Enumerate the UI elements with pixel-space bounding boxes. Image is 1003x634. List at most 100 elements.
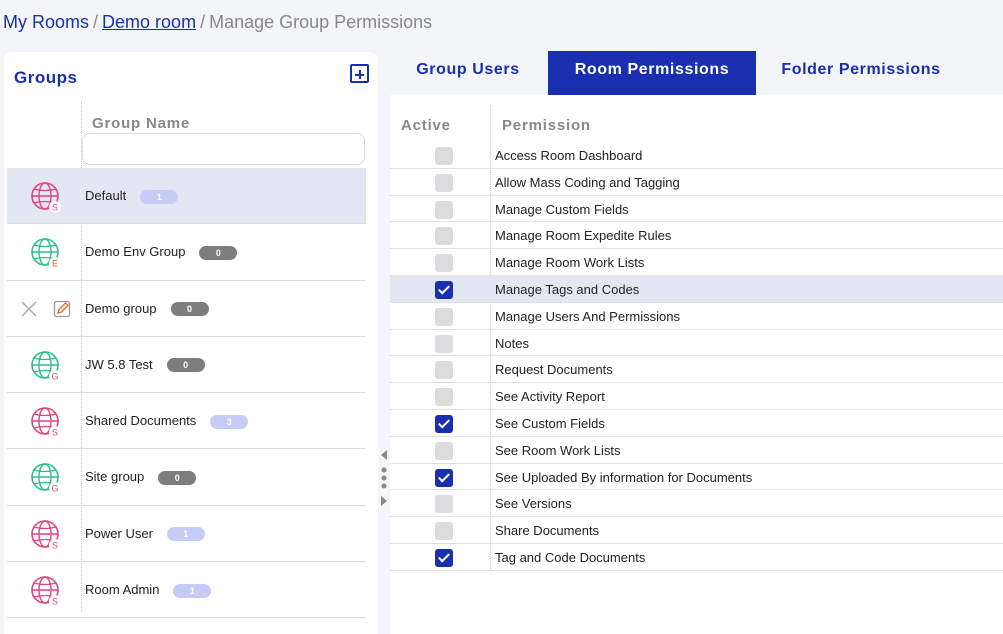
permission-checkbox[interactable] (435, 147, 453, 165)
permission-checkbox[interactable] (435, 334, 453, 353)
permission-row: See Custom Fields (390, 410, 1003, 437)
permission-label: See Uploaded By information for Document… (495, 469, 753, 485)
breadcrumb-my-rooms-link[interactable]: My Rooms (3, 12, 89, 32)
permission-label: Manage Tags and Codes (495, 281, 640, 297)
permission-checkbox[interactable] (435, 495, 453, 514)
group-name: Demo Env Group 0 (85, 244, 238, 260)
group-name: JW 5.8 Test 0 (85, 357, 205, 373)
breadcrumb-separator: / (200, 12, 206, 32)
group-name-label: Power User (85, 525, 153, 541)
permission-row: Allow Mass Coding and Tagging (390, 169, 1003, 196)
permission-checkbox[interactable] (435, 468, 453, 487)
tab-folder-permissions[interactable]: Folder Permissions (756, 51, 966, 95)
permission-row: See Versions (390, 490, 1003, 518)
permission-row: Share Documents (390, 517, 1003, 544)
group-row[interactable]: G JW 5.8 Test 0 (7, 337, 366, 394)
permission-label: Request Documents (495, 362, 613, 378)
breadcrumb-current-page: Manage Group Permissions (209, 12, 433, 32)
permission-checkbox[interactable] (435, 522, 453, 541)
globe-icon: G (29, 349, 63, 383)
close-icon[interactable] (19, 299, 39, 319)
member-count-badge: 1 (166, 527, 205, 542)
globe-icon: E (29, 236, 63, 270)
group-row[interactable]: S Default 1 (7, 168, 366, 225)
permission-row: Manage Users And Permissions (390, 303, 1003, 330)
permission-checkbox[interactable] (435, 441, 453, 460)
permission-checkbox[interactable] (435, 548, 453, 567)
member-count-badge: 1 (173, 583, 212, 598)
row-actions (19, 299, 75, 321)
permission-row: Manage Custom Fields (390, 196, 1003, 223)
permission-label: Manage Room Expedite Rules (495, 228, 672, 244)
permission-checkbox[interactable] (435, 173, 453, 192)
svg-text:E: E (52, 259, 58, 269)
svg-text:S: S (52, 203, 58, 213)
group-row[interactable]: G Site group 0 (7, 449, 366, 506)
group-name: Site group 0 (85, 469, 197, 486)
permission-label: Tag and Code Documents (495, 549, 646, 565)
permission-checkbox[interactable] (435, 307, 453, 326)
group-name: Shared Documents 3 (85, 413, 249, 429)
permission-checkbox[interactable] (435, 200, 453, 219)
permission-tabs: Group Users Room Permissions Folder Perm… (388, 51, 1003, 95)
permission-row: See Uploaded By information for Document… (390, 464, 1003, 491)
permission-row: Manage Room Work Lists (390, 249, 1003, 276)
group-name-filter-input[interactable] (82, 133, 365, 165)
permission-checkbox[interactable] (435, 361, 453, 380)
group-name-label: Shared Documents (85, 413, 197, 429)
group-row[interactable]: S Power User 1 (7, 506, 366, 563)
globe-icon: S (29, 574, 63, 608)
group-name-label: Demo Env Group (85, 244, 186, 260)
svg-text:G: G (51, 371, 58, 381)
permission-column-header: Permission (502, 117, 591, 134)
tab-room-permissions[interactable]: Room Permissions (548, 51, 756, 95)
permission-row: Manage Tags and Codes (390, 275, 1003, 303)
groups-title: Groups (14, 68, 78, 87)
svg-text:S: S (52, 540, 58, 550)
permission-row: Request Documents (390, 356, 1003, 384)
globe-icon: S (29, 180, 63, 214)
panel-splitter-handle[interactable] (380, 448, 390, 508)
group-name-label: Site group (85, 469, 145, 485)
group-name-label: JW 5.8 Test (85, 356, 153, 372)
permission-label: Manage Room Work Lists (495, 255, 645, 271)
permission-label: See Custom Fields (495, 415, 605, 431)
permission-label: See Versions (495, 496, 572, 512)
permission-checkbox[interactable] (435, 254, 453, 273)
permission-checkbox[interactable] (435, 388, 453, 407)
permission-row: Notes (390, 330, 1003, 357)
member-count-badge: 1 (140, 189, 179, 204)
permission-list: Access Room Dashboard Allow Mass Coding a… (390, 142, 1003, 571)
member-count-badge: 3 (210, 414, 249, 429)
svg-text:S: S (52, 428, 58, 438)
breadcrumb: My Rooms / Demo room / Manage Group Permissi… (3, 12, 432, 33)
group-row[interactable]: Demo group 0 (7, 281, 366, 337)
group-name: Room Admin 1 (85, 582, 212, 598)
group-name: Demo group 0 (85, 301, 209, 317)
groups-panel: Groups Group Name S Default 1 E Demo Env Gro… (4, 52, 378, 634)
permission-label: Share Documents (495, 523, 600, 539)
tab-group-users[interactable]: Group Users (388, 51, 548, 95)
member-count-badge: 0 (170, 302, 209, 317)
member-count-badge: 0 (158, 471, 197, 486)
permission-label: See Activity Report (495, 389, 605, 405)
group-row[interactable]: S Shared Documents 3 (7, 393, 366, 450)
group-name-column-header: Group Name (92, 115, 191, 132)
permission-label: Notes (495, 335, 529, 351)
group-name-label: Room Admin (85, 582, 160, 598)
active-column-header: Active (401, 117, 451, 134)
permission-checkbox[interactable] (435, 280, 453, 299)
edit-icon[interactable] (52, 299, 72, 319)
group-row[interactable]: S Room Admin 1 (7, 562, 366, 619)
breadcrumb-room-link[interactable]: Demo room (102, 12, 196, 32)
permission-row: Tag and Code Documents (390, 544, 1003, 571)
permission-checkbox[interactable] (435, 414, 453, 433)
add-group-button[interactable] (350, 64, 369, 83)
permission-checkbox[interactable] (435, 227, 453, 246)
permission-row: Manage Room Expedite Rules (390, 222, 1003, 250)
member-count-badge: 0 (166, 358, 205, 373)
group-row[interactable]: E Demo Env Group 0 (7, 224, 366, 281)
permission-row: See Activity Report (390, 383, 1003, 410)
globe-icon: S (29, 405, 63, 439)
permission-label: Access Room Dashboard (495, 148, 643, 163)
